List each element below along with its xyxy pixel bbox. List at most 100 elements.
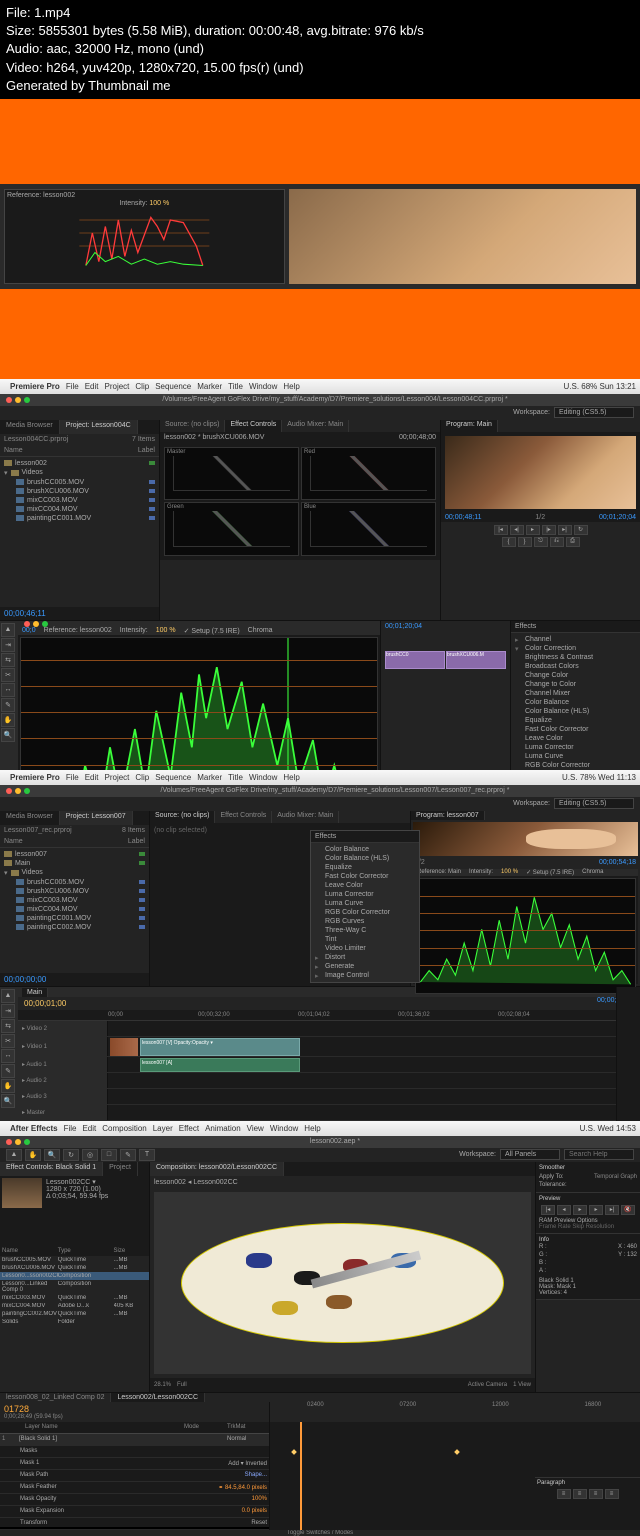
list-item[interactable]: mixCC004.MOVAdobe D...k405 KB: [0, 1302, 149, 1310]
fx-item[interactable]: Change Color: [513, 671, 638, 680]
apply-to-dropdown[interactable]: Temporal Graph: [594, 1174, 637, 1180]
razor-tool[interactable]: ✂: [1, 1034, 15, 1048]
wf-intensity-value[interactable]: 100 %: [501, 869, 518, 875]
timeline-ruler[interactable]: 02400 07200 12000 16800: [270, 1402, 640, 1422]
program-view[interactable]: [445, 436, 636, 509]
fx-item[interactable]: RGB Curves: [313, 917, 417, 926]
tab-audio-mixer[interactable]: Audio Mixer: Main: [272, 811, 339, 823]
slip-tool[interactable]: ↔: [1, 1049, 15, 1063]
wf-setup-check[interactable]: ✓ Setup (7.5 IRE): [526, 869, 574, 876]
layer-property[interactable]: Masks: [0, 1446, 269, 1458]
tab-media-browser[interactable]: Media Browser: [0, 420, 60, 434]
minimize-icon[interactable]: [15, 1139, 21, 1145]
col-name[interactable]: Name: [4, 447, 23, 454]
lift-button[interactable]: ⎋: [534, 537, 548, 547]
fx-item[interactable]: Fast Color Corrector: [513, 725, 638, 734]
fx-item[interactable]: Color Balance (HLS): [513, 707, 638, 716]
app-name[interactable]: Premiere Pro: [10, 773, 60, 782]
fx-folder[interactable]: Channel: [513, 635, 638, 644]
timeline-clip[interactable]: lesson007 [A]: [140, 1058, 300, 1072]
project-list[interactable]: lesson007 Main ▾Videos brushCC005.MOV br…: [0, 848, 149, 973]
hand-tool[interactable]: ✋: [25, 1149, 41, 1161]
mark-out-button[interactable]: }: [518, 537, 532, 547]
menu-composition[interactable]: Composition: [102, 1124, 146, 1133]
menu-view[interactable]: View: [247, 1124, 264, 1133]
menu-edit[interactable]: Edit: [85, 382, 99, 391]
last-frame-button[interactable]: ▸|: [605, 1205, 619, 1215]
timecode[interactable]: 00;00;46;11: [4, 609, 46, 618]
timeline-clip[interactable]: brushXCU006.M: [446, 651, 506, 669]
tab-source[interactable]: Source: (no clips): [160, 420, 225, 432]
tab-audio-mixer[interactable]: Audio Mixer: Main: [282, 420, 349, 432]
track-header[interactable]: ▸ Video 1: [18, 1037, 108, 1056]
close-icon[interactable]: [6, 788, 12, 794]
first-frame-button[interactable]: |◂: [541, 1205, 555, 1215]
project-list[interactable]: lesson002 ▾Videos brushCC005.MOV brushXC…: [0, 457, 159, 607]
wf-timecode[interactable]: 00;0: [22, 627, 36, 634]
search-help-input[interactable]: [564, 1149, 634, 1160]
prev-frame-button[interactable]: ◂: [557, 1205, 571, 1215]
menu-sequence[interactable]: Sequence: [155, 773, 191, 782]
timeline-tracks[interactable]: ▸ Video 2 ▸ Video 1 lesson007 [V] Opacit…: [18, 1021, 616, 1121]
timeline-clip[interactable]: lesson007 [V] Opacity:Opacity ▾: [140, 1038, 300, 1056]
workspace-dropdown[interactable]: All Panels: [500, 1149, 560, 1160]
text-tool[interactable]: T: [139, 1149, 155, 1161]
timeline-clip[interactable]: [110, 1038, 138, 1056]
close-icon[interactable]: [6, 397, 12, 403]
app-name[interactable]: After Effects: [10, 1124, 58, 1133]
keyframe-icon[interactable]: [291, 1449, 297, 1455]
selection-tool[interactable]: ▲: [6, 1149, 22, 1161]
prog-tc-left[interactable]: 00;00;48;11: [445, 514, 481, 521]
menu-effect[interactable]: Effect: [179, 1124, 199, 1133]
wf-chroma-check[interactable]: Chroma: [248, 627, 273, 634]
timecode[interactable]: 01728: [4, 1404, 29, 1414]
layer-property[interactable]: Mask Opacity100%: [0, 1494, 269, 1506]
export-button[interactable]: ⎙: [566, 537, 580, 547]
fx-item[interactable]: Three-Way C: [313, 926, 417, 935]
project-list[interactable]: brushCC005.MOVQuickTime...MB brushXCU006…: [0, 1256, 149, 1326]
layer-name[interactable]: [Black Solid 1]: [17, 1436, 224, 1442]
hand-tool[interactable]: ✋: [1, 713, 15, 727]
menu-clip[interactable]: Clip: [135, 382, 149, 391]
fx-item[interactable]: Channel Mixer: [513, 689, 638, 698]
menu-window[interactable]: Window: [249, 773, 277, 782]
ripple-tool[interactable]: ⇆: [1, 653, 15, 667]
fx-item[interactable]: Luma Corrector: [513, 743, 638, 752]
shape-tool[interactable]: □: [101, 1149, 117, 1161]
active-camera[interactable]: Active Camera: [468, 1382, 507, 1388]
composition-viewer[interactable]: [154, 1192, 531, 1374]
layer-list[interactable]: Layer NameModeTrkMat 1 [Black Solid 1] N…: [0, 1422, 270, 1530]
playhead[interactable]: [300, 1422, 302, 1530]
fx-item[interactable]: Equalize: [313, 863, 417, 872]
menu-marker[interactable]: Marker: [197, 382, 222, 391]
wf-intensity-value[interactable]: 100 %: [156, 627, 176, 634]
menu-window[interactable]: Window: [249, 382, 277, 391]
tab-effect-controls[interactable]: Effect Controls: Black Solid 1: [0, 1162, 103, 1176]
tab-effects[interactable]: Effects: [311, 831, 419, 843]
menu-marker[interactable]: Marker: [197, 773, 222, 782]
col-type[interactable]: Type: [58, 1248, 114, 1254]
menu-project[interactable]: Project: [105, 382, 130, 391]
tab-source[interactable]: Source: (no clips): [150, 811, 215, 823]
rotate-tool[interactable]: ↻: [63, 1149, 79, 1161]
play-button[interactable]: ▸: [573, 1205, 587, 1215]
fx-item[interactable]: Luma Curve: [313, 899, 417, 908]
toggle-switches-button[interactable]: Toggle Switches / Modes: [287, 1530, 353, 1536]
resolution[interactable]: Full: [177, 1382, 187, 1388]
zoom-tool[interactable]: 🔍: [1, 728, 15, 742]
pen-tool[interactable]: ✎: [120, 1149, 136, 1161]
menu-layer[interactable]: Layer: [153, 1124, 173, 1133]
menu-help[interactable]: Help: [283, 773, 299, 782]
workspace-dropdown[interactable]: Editing (CS5.5): [554, 798, 634, 809]
tab-effect-controls[interactable]: Effect Controls: [225, 420, 282, 432]
ripple-tool[interactable]: ⇆: [1, 1019, 15, 1033]
fx-item[interactable]: Tint: [313, 935, 417, 944]
comp-info-name[interactable]: Lesson002CC ▾: [46, 1178, 108, 1186]
fx-item[interactable]: RGB Color Corrector: [513, 761, 638, 770]
loop-button[interactable]: ↻: [574, 525, 588, 535]
list-item[interactable]: Lesson0...sson002CCComposition: [0, 1272, 149, 1280]
justify-button[interactable]: ≡: [605, 1489, 619, 1499]
tab-effects[interactable]: Effects: [511, 621, 640, 633]
selection-tool[interactable]: ▲: [1, 989, 15, 1003]
fx-folder[interactable]: Generate: [313, 962, 417, 971]
